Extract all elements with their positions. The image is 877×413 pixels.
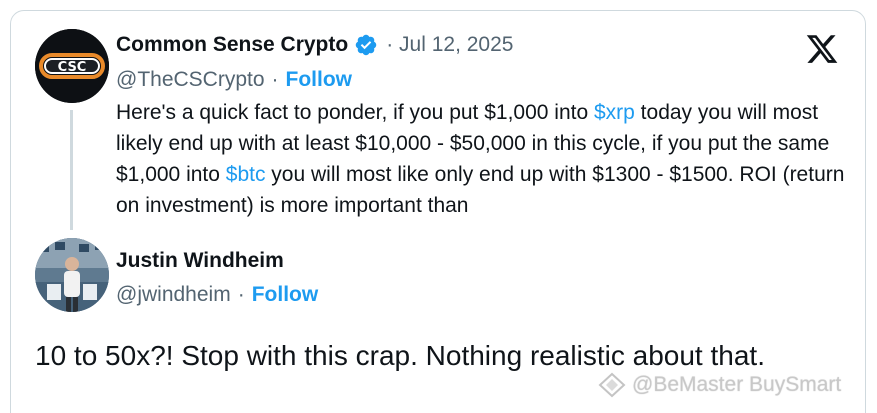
cashtag-link-xrp[interactable]: $xrp [594,101,635,124]
verified-badge-icon [355,34,377,56]
author-handle[interactable]: @TheCSCrypto [116,68,265,92]
avatar-common-sense-crypto[interactable]: CSC [35,29,109,103]
handle-separator: · [237,283,245,306]
author-display-name[interactable]: Common Sense Crypto [116,33,348,57]
x-logo-icon[interactable] [803,32,841,66]
follow-button[interactable]: Follow [286,68,353,92]
reply-author-row: Justin Windheim [116,249,284,273]
cashtag-link-btc[interactable]: $btc [226,163,266,186]
watermark-text: @BeMaster BuySmart [632,373,842,396]
reply-tweet-text: 10 to 50x?! Stop with this crap. Nothing… [35,340,765,371]
tweet-date[interactable]: · Jul 12, 2025 [386,33,513,57]
parent-handle-row: @TheCSCrypto · Follow [116,68,352,92]
thread-connector-line [70,110,73,230]
watermark-logo-icon [598,372,626,398]
follow-button[interactable]: Follow [252,283,319,307]
avatar-justin-windheim[interactable] [35,238,109,312]
svg-text:CSC: CSC [58,60,87,75]
avatar-photo [35,238,109,312]
tweet-text-segment: Here's a quick fact to ponder, if you pu… [116,101,594,124]
parent-author-row: Common Sense Crypto · Jul 12, 2025 [116,33,513,57]
handle-separator: · [271,68,279,91]
author-display-name[interactable]: Justin Windheim [116,249,284,273]
parent-tweet-text: Here's a quick fact to ponder, if you pu… [116,97,851,221]
csc-logo-icon: CSC [35,29,109,103]
reply-handle-row: @jwindheim · Follow [116,283,318,307]
author-handle[interactable]: @jwindheim [116,283,231,307]
watermark: @BeMaster BuySmart [598,372,841,398]
